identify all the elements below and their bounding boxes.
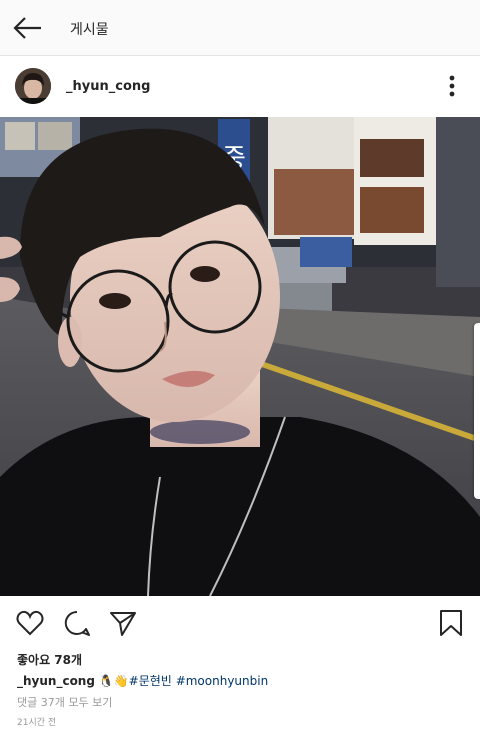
more-options-button[interactable] (440, 73, 464, 99)
comment-icon (64, 610, 90, 636)
post-header: _hyun_cong (0, 57, 480, 117)
send-icon (110, 612, 136, 636)
post-timestamp: 21시간 전 (17, 718, 57, 728)
hashtag-link[interactable]: #문현빈 (129, 674, 172, 688)
back-button[interactable] (12, 14, 44, 42)
top-bar: 게시물 (0, 0, 480, 56)
avatar[interactable] (15, 68, 51, 104)
caption-username[interactable]: _hyun_cong (17, 674, 95, 688)
heart-icon (16, 610, 44, 636)
selfie-photo: 중 (0, 117, 480, 596)
post-photo[interactable]: 중 (0, 117, 480, 596)
avatar-image (15, 68, 51, 104)
comment-button[interactable] (62, 608, 92, 638)
post-caption: _hyun_cong 🐧👋#문현빈 #moonhyunbin (17, 672, 268, 689)
likes-count[interactable]: 좋아요 78개 (17, 651, 82, 668)
page-title: 게시물 (70, 22, 109, 38)
side-panel-handle[interactable] (474, 323, 480, 499)
caption-emojis: 🐧👋 (98, 674, 129, 688)
more-vertical-icon (449, 75, 455, 97)
post-username[interactable]: _hyun_cong (66, 79, 150, 94)
hashtag-link[interactable]: #moonhyunbin (176, 674, 269, 688)
arrow-left-icon (13, 17, 41, 39)
like-button[interactable] (15, 608, 45, 638)
bookmark-icon (440, 610, 462, 636)
save-button[interactable] (436, 608, 466, 638)
view-all-comments-link[interactable]: 댓글 37개 모두 보기 (17, 694, 112, 710)
share-button[interactable] (108, 608, 138, 638)
post-actions (0, 600, 480, 646)
